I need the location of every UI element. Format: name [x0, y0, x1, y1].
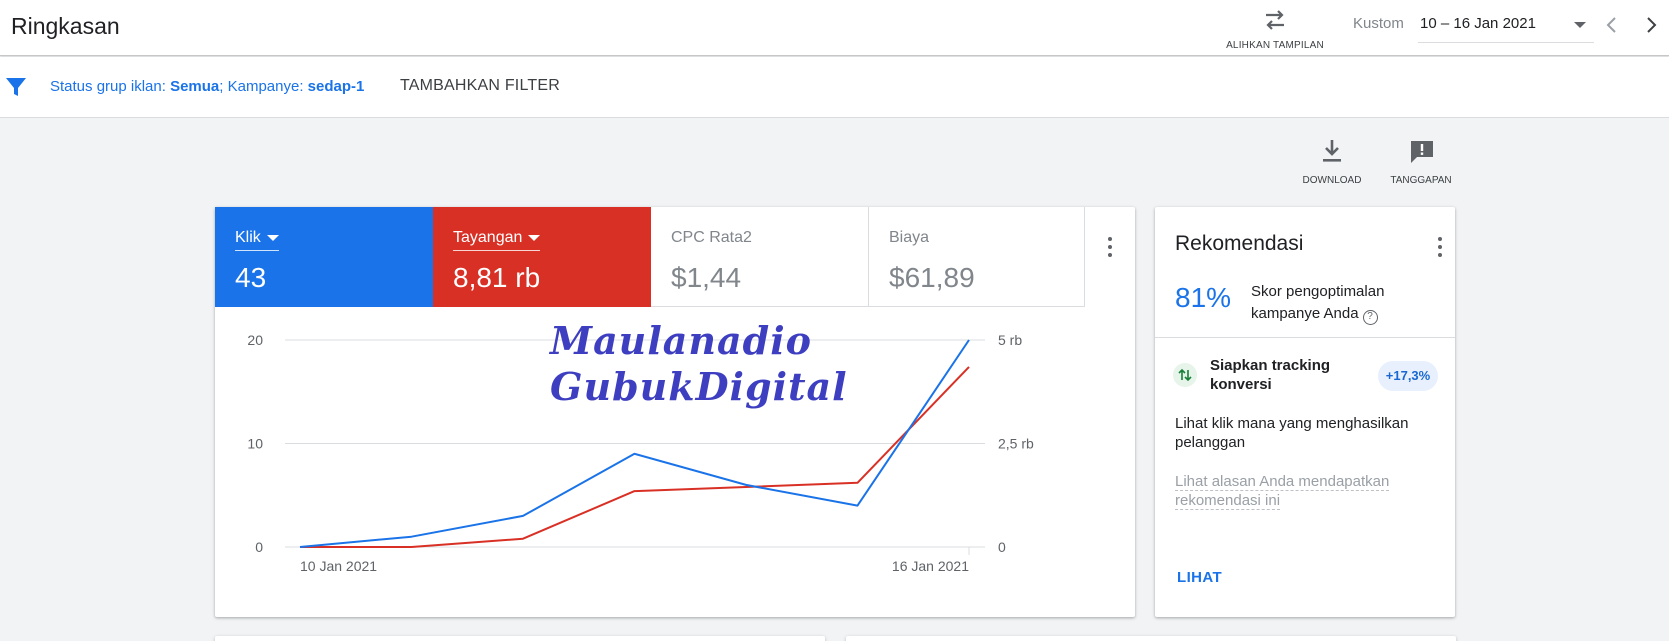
- switch-view-button[interactable]: ALIHKAN TAMPILAN: [1210, 4, 1340, 54]
- y-right-tick-label: 2,5 rb: [998, 436, 1034, 452]
- recommendation-title: Rekomendasi: [1175, 232, 1304, 255]
- date-range-value: 10 – 16 Jan 2021: [1420, 15, 1536, 32]
- metric-impressions[interactable]: Tayangan 8,81 rb: [433, 207, 651, 307]
- filter-status-label: Status grup iklan:: [50, 78, 166, 95]
- x-tick-label: 10 Jan 2021: [300, 558, 377, 574]
- feedback-label: TANGGAPAN: [1390, 175, 1452, 186]
- caret-down-icon: [1574, 22, 1586, 28]
- why-recommendation-link[interactable]: Lihat alasan Anda mendapatkan rekomendas…: [1175, 472, 1435, 510]
- download-label: DOWNLOAD: [1302, 175, 1362, 186]
- active-filter[interactable]: Status grup iklan: Semua; Kampanye: seda…: [50, 78, 364, 95]
- previous-period-button[interactable]: [1601, 12, 1623, 38]
- swap-icon: [1266, 10, 1284, 30]
- score-uplift-badge: +17,3%: [1378, 361, 1438, 391]
- more-options-icon[interactable]: [1425, 232, 1455, 262]
- feedback-button[interactable]: TANGGAPAN: [1386, 138, 1456, 190]
- filter-status-value: Semua: [170, 78, 220, 95]
- page-title: Ringkasan: [11, 13, 120, 39]
- recommendation-item-body: Lihat klik mana yang menghasilkan pelang…: [1175, 415, 1409, 451]
- x-tick-label: 16 Jan 2021: [892, 558, 969, 574]
- filter-bar: Status grup iklan: Semua; Kampanye: seda…: [0, 57, 1669, 118]
- range-type-label: Kustom: [1353, 15, 1404, 32]
- filter-campaign-label: ; Kampanye:: [219, 78, 304, 95]
- metric-impressions-value: 8,81 rb: [453, 262, 541, 293]
- top-bar: Ringkasan ALIHKAN TAMPILAN Kustom 10 – 1…: [0, 0, 1669, 56]
- more-options-icon[interactable]: [1095, 232, 1125, 262]
- recommendation-card: Rekomendasi 81% Skor pengoptimalan kampa…: [1155, 207, 1455, 617]
- watermark: Maulanadio GubukDigital: [550, 318, 848, 410]
- bottom-card-right: [846, 636, 1456, 641]
- metric-cost[interactable]: Biaya $61,89: [869, 207, 1085, 307]
- help-icon[interactable]: ?: [1362, 310, 1378, 325]
- metric-clicks[interactable]: Klik 43: [215, 207, 433, 307]
- divider: [1155, 337, 1455, 338]
- y-left-tick-label: 0: [255, 539, 263, 555]
- y-right-tick-label: 5 rb: [998, 332, 1022, 348]
- download-icon: [1323, 140, 1341, 162]
- download-button[interactable]: DOWNLOAD: [1297, 138, 1367, 190]
- optimization-score: 81%: [1175, 282, 1232, 313]
- recommendation-item-title: Siapkan tracking konversi: [1210, 357, 1331, 393]
- metric-avg-cpc-value: $1,44: [671, 262, 742, 293]
- conversion-tracking-icon: [1173, 363, 1197, 387]
- metric-impressions-label: Tayangan: [453, 229, 523, 246]
- metric-cost-value: $61,89: [889, 262, 975, 293]
- metric-impressions-selector: Tayangan: [453, 229, 541, 251]
- metric-clicks-value: 43: [235, 262, 267, 293]
- watermark-line-1: Maulanadio: [550, 318, 812, 363]
- performance-card: Klik 43 Tayangan 8,81 rb CPC Rata2 $1,44…: [215, 207, 1135, 617]
- why-recommendation-text: Lihat alasan Anda mendapatkan rekomendas…: [1175, 473, 1390, 510]
- metric-clicks-label: Klik: [235, 229, 261, 246]
- filter-icon[interactable]: [5, 76, 27, 98]
- metric-avg-cpc[interactable]: CPC Rata2 $1,44: [651, 207, 869, 307]
- caret-down-icon: [266, 234, 279, 241]
- view-recommendation-button[interactable]: LIHAT: [1177, 569, 1222, 586]
- metric-clicks-selector: Klik: [235, 229, 279, 251]
- chevron-left-icon: [1606, 17, 1616, 33]
- next-period-button[interactable]: [1640, 12, 1662, 38]
- add-filter-button[interactable]: TAMBAHKAN FILTER: [400, 77, 560, 95]
- metric-cost-label: Biaya: [889, 229, 930, 246]
- feedback-icon: [1411, 141, 1433, 163]
- date-range-select[interactable]: 10 – 16 Jan 2021: [1418, 12, 1594, 43]
- watermark-line-2: GubukDigital: [550, 364, 848, 409]
- bottom-card-left: [215, 636, 825, 641]
- optimization-score-description: Skor pengoptimalan kampanye Anda?: [1251, 281, 1441, 325]
- y-right-tick-label: 0: [998, 539, 1006, 555]
- y-left-tick-label: 20: [247, 332, 263, 348]
- filter-campaign-value: sedap-1: [307, 78, 365, 95]
- switch-view-label: ALIHKAN TAMPILAN: [1226, 40, 1324, 51]
- caret-down-icon: [528, 234, 541, 241]
- y-left-tick-label: 10: [247, 436, 263, 452]
- chevron-right-icon: [1647, 17, 1657, 33]
- metric-avg-cpc-label: CPC Rata2: [671, 229, 752, 246]
